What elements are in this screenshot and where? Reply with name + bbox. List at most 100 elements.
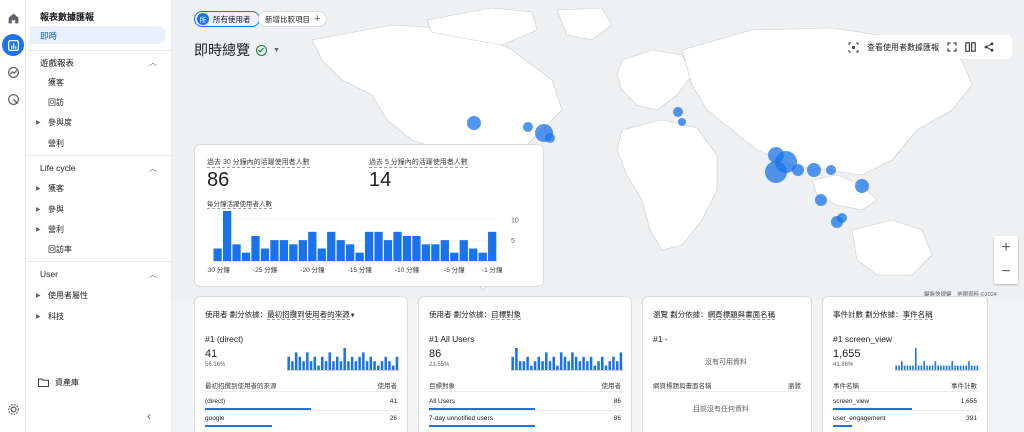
sparkline-bar [335, 356, 339, 370]
dimension-selector[interactable]: 事件名稱 [902, 310, 933, 320]
sparkline-bar [589, 356, 593, 370]
bar [402, 236, 412, 261]
expand-triangle-icon[interactable]: ▶ [36, 226, 41, 233]
top-percent: 56.16% [205, 362, 226, 368]
view-user-snapshot-button[interactable]: 查看使用者數據匯報 [867, 42, 939, 53]
x-tick-label: -5 分鐘 [444, 265, 465, 274]
divider [429, 410, 623, 411]
active-users-5min-label[interactable]: 過去 5 分鐘內的活躍使用者人數 [369, 157, 468, 168]
section-user[interactable]: User [40, 269, 58, 279]
sidebar-item-lc-retention-rate[interactable]: 回訪率 [48, 244, 72, 255]
sparkline-bar [559, 352, 563, 370]
sparkline-bar [556, 365, 559, 370]
sidebar-item-engagement[interactable]: 參與度 [48, 117, 72, 128]
sparkline-bar [906, 365, 909, 370]
active-users-30min-value: 86 [207, 169, 230, 191]
sparkline-bar [593, 365, 597, 370]
bar [298, 240, 307, 261]
user-location-bubble [673, 107, 683, 117]
top-rank: #1 (direct) [205, 334, 244, 344]
chevron-up-icon[interactable]: ︿ [149, 269, 157, 280]
bar [488, 231, 497, 261]
sparkline-bar [298, 356, 302, 370]
table-row-name[interactable]: google [205, 415, 225, 422]
reports-icon[interactable] [2, 34, 24, 56]
sparkline-bar [586, 361, 589, 370]
home-icon[interactable] [2, 7, 24, 29]
sparkline-bar [321, 356, 324, 370]
sparkline-bar [537, 356, 541, 370]
sidebar-item-lc-engagement[interactable]: 參與 [48, 204, 64, 215]
sidebar-item-monetization[interactable]: 營利 [48, 138, 64, 149]
sidebar-item-retention[interactable]: 回訪 [48, 97, 64, 108]
user-location-bubble [807, 163, 821, 177]
y-tick-label: 10 [511, 217, 519, 224]
sparkline-bar [940, 365, 942, 370]
sparkline-bar [608, 361, 611, 370]
sparkline-bar [395, 356, 399, 370]
caret-down-icon[interactable]: ▼ [350, 313, 356, 319]
card-header: 使用者 劃分依據：最初招攬到使用者的來源▼ [205, 310, 356, 320]
sparkline-bar [567, 361, 570, 370]
settings-icon[interactable] [2, 398, 24, 420]
sparkline-bar [945, 365, 948, 370]
bar [260, 248, 270, 261]
dimension-selector[interactable]: 目標對象 [491, 310, 522, 320]
collapse-sidebar-icon[interactable]: ‹ [147, 409, 151, 423]
column-header-dimension: 目標對象 [429, 383, 455, 390]
compare-icon[interactable] [965, 42, 976, 52]
sidebar-item-lc-acquisition[interactable]: 獲客 [48, 183, 64, 194]
check-circle-icon [256, 44, 267, 56]
user-location-bubble [467, 116, 481, 130]
zoom-in-button[interactable]: + [994, 236, 1018, 260]
expand-triangle-icon[interactable]: ▶ [36, 206, 41, 213]
all-users-chip[interactable]: 所 所有使用者 [194, 11, 260, 27]
chevron-up-icon[interactable]: ︿ [149, 163, 157, 174]
table-row-name[interactable]: screen_view [833, 398, 869, 405]
bar [469, 248, 478, 261]
dimension-selector[interactable]: 網頁標題與畫面名稱 [707, 310, 776, 320]
table-row-name[interactable]: All Users [429, 398, 455, 405]
per-minute-bar-chart[interactable]: 5 10 -30 分鐘 -25 分鐘 -20 分鐘 -15 分鐘 -10 分鐘 -5 分鐘 -1… [207, 209, 537, 281]
table-row-name[interactable]: (direct) [205, 398, 225, 405]
sidebar-item-user-attributes[interactable]: 使用者屬性 [48, 290, 88, 301]
expand-triangle-icon[interactable]: ▶ [36, 119, 41, 126]
explore-icon[interactable] [2, 61, 24, 83]
top-rank: #1 - [653, 334, 668, 344]
share-icon[interactable] [984, 42, 994, 52]
sparkline-bar [957, 365, 959, 370]
expand-triangle-icon[interactable]: ▶ [36, 292, 41, 299]
sidebar-item-tech[interactable]: 科技 [48, 311, 64, 322]
sparkline-chart [511, 348, 623, 371]
column-header-metric: 使用者 [601, 383, 622, 390]
section-life-cycle[interactable]: Life cycle [40, 163, 75, 173]
chevron-up-icon[interactable]: ︿ [149, 57, 157, 68]
table-row-name[interactable]: 7-day unnotified users [429, 415, 493, 422]
sparkline-bar [377, 365, 380, 370]
sidebar-item-lc-monetization[interactable]: 營利 [48, 224, 64, 235]
active-users-30min-label[interactable]: 過去 30 分鐘內的活躍使用者人數 [207, 157, 310, 168]
sparkline-bar [552, 356, 555, 370]
table-row-name[interactable]: user_engagement [833, 415, 885, 422]
fullscreen-icon[interactable] [947, 42, 957, 52]
library-link[interactable]: 資產庫 [38, 377, 79, 388]
add-comparison-button[interactable]: 新增比較項目 + [258, 11, 328, 27]
sparkline-bar [526, 356, 529, 370]
sparkline-bar [901, 361, 903, 370]
bar [355, 252, 364, 261]
sidebar-item-acquisition[interactable]: 獲客 [48, 77, 64, 88]
expand-triangle-icon[interactable]: ▶ [36, 185, 41, 192]
row-share-bar [833, 425, 852, 427]
dimension-selector[interactable]: 最初招攬到使用者的來源 [267, 310, 350, 320]
zoom-out-button[interactable]: − [994, 260, 1018, 284]
bar [440, 240, 449, 261]
advertising-icon[interactable] [2, 88, 24, 110]
user-location-bubble [826, 165, 836, 175]
sparkline-bar [619, 352, 623, 370]
sidebar-item-realtime[interactable]: 即時 [30, 26, 166, 44]
expand-triangle-icon[interactable]: ▶ [36, 313, 41, 320]
per-minute-chart-label[interactable]: 每分鐘活躍使用者人數 [207, 198, 272, 209]
section-game-reports[interactable]: 遊戲報表 [40, 57, 74, 69]
caret-down-icon[interactable]: ▼ [273, 47, 280, 54]
bar [478, 252, 487, 261]
